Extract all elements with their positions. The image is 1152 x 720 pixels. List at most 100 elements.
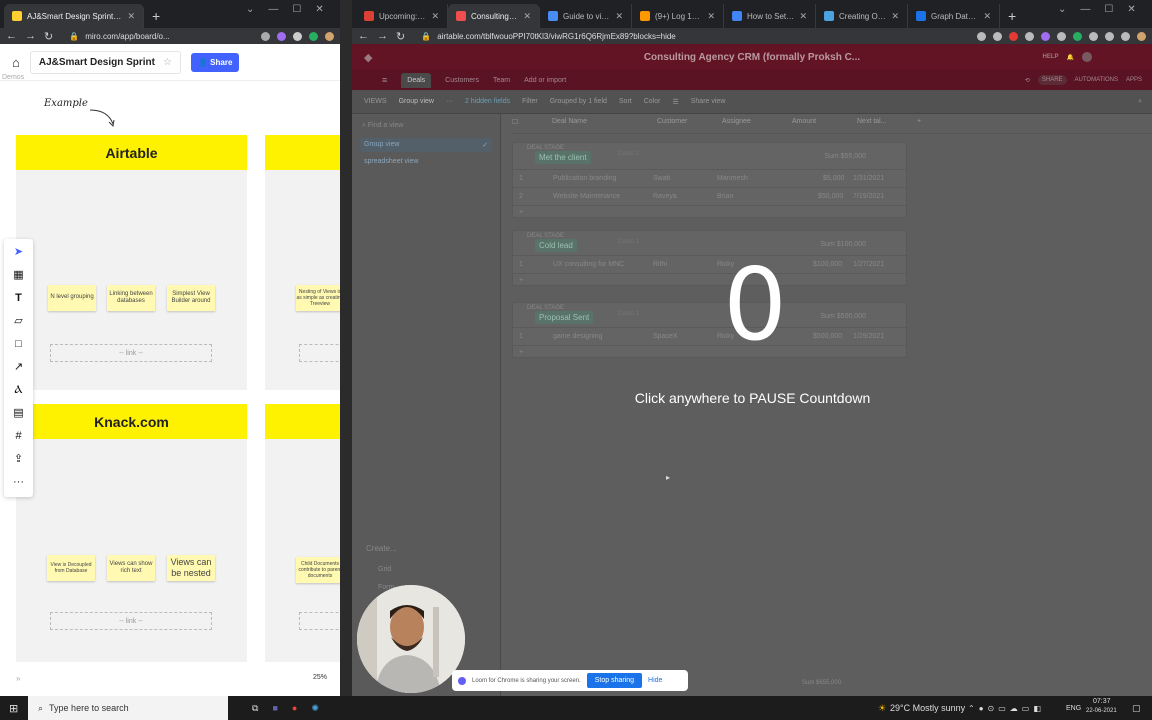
miro-canvas[interactable]: Demos Example Airtable N level grouping … xyxy=(0,74,340,696)
board-name[interactable]: AJ&Smart Design Sprint ☆ xyxy=(29,50,181,74)
tab-airtable[interactable]: Consulting Ag ✕ xyxy=(448,4,540,28)
tab-graph-db[interactable]: Graph Database Vi ✕ xyxy=(908,4,1000,28)
tab-log[interactable]: (9+) Log 1300hr/n ✕ xyxy=(632,4,724,28)
tab-objectives[interactable]: Creating Objective ✕ xyxy=(816,4,908,28)
reload-icon[interactable]: ↻ xyxy=(44,30,53,43)
sticky-note[interactable]: View is Decoupled from Database xyxy=(47,555,95,581)
grammarly-icon[interactable] xyxy=(309,31,318,41)
url-field[interactable]: 🔒 airtable.com/tblfwouoPPI70tKl3/viwRG1r6… xyxy=(413,28,969,44)
extension-icon[interactable] xyxy=(277,31,286,41)
hide-button[interactable]: Hide xyxy=(648,677,662,684)
tab-search-icon[interactable]: ⌄ xyxy=(1058,4,1066,15)
reload-icon[interactable]: ↻ xyxy=(396,30,405,43)
taskbar-search[interactable]: ⌕ Type here to search xyxy=(28,696,228,720)
add-column-icon[interactable]: + xyxy=(917,118,921,133)
airtable-logo-icon[interactable]: ◆ xyxy=(364,51,372,64)
star-icon[interactable] xyxy=(261,31,270,41)
tab-team[interactable]: Team xyxy=(493,77,510,84)
sticky-note-icon[interactable]: ▱ xyxy=(14,314,22,329)
minimize-button[interactable]: — xyxy=(268,4,278,15)
view-item-group[interactable]: Group view ✓ xyxy=(360,138,492,152)
close-window-button[interactable]: ✕ xyxy=(1127,4,1135,15)
countdown-number[interactable]: 0 xyxy=(720,255,790,355)
select-all-checkbox[interactable]: ☐ xyxy=(512,118,542,133)
new-tab-button[interactable]: + xyxy=(144,4,168,28)
home-icon[interactable]: ⌂ xyxy=(12,55,20,70)
extension-icon[interactable] xyxy=(293,31,302,41)
view-item-spreadsheet[interactable]: spreadsheet view xyxy=(364,158,488,165)
link-placeholder[interactable]: -- link -- xyxy=(50,344,212,362)
windows-start-icon[interactable]: ⊞ xyxy=(9,702,18,715)
text-tool-icon[interactable]: T xyxy=(15,291,22,306)
create-grid-view[interactable]: Grid xyxy=(378,566,391,573)
stop-sharing-button[interactable]: Stop sharing xyxy=(586,673,643,688)
comment-icon[interactable]: ▤ xyxy=(13,406,23,421)
sticky-note[interactable]: Child Documents contribute to parent doc… xyxy=(296,557,340,583)
favorite-star-icon[interactable]: ☆ xyxy=(163,57,172,68)
tab-todoist[interactable]: Upcoming: Todoist ✕ xyxy=(356,4,448,28)
tab-deals[interactable]: Deals xyxy=(401,72,432,88)
more-icon[interactable]: ··· xyxy=(446,98,453,105)
column-deal-name[interactable]: Deal Name xyxy=(552,118,647,133)
apps-button[interactable]: APPS xyxy=(1126,77,1142,83)
add-row[interactable]: + xyxy=(513,345,906,359)
column-assignee[interactable]: Assignee xyxy=(722,118,782,133)
menu-icon[interactable]: ≡ xyxy=(382,75,387,85)
countdown-message[interactable]: Click anywhere to PAUSE Countdown xyxy=(600,390,905,406)
help-link[interactable]: HELP xyxy=(1043,54,1059,60)
extension-icon[interactable] xyxy=(1105,31,1114,41)
row-height-icon[interactable]: ☰ xyxy=(672,98,678,106)
add-or-import[interactable]: Add or import xyxy=(524,77,566,84)
frame-icon[interactable]: # xyxy=(15,429,21,444)
teams-icon[interactable]: ■ xyxy=(272,703,277,713)
column-next[interactable]: Next tal... xyxy=(857,118,907,133)
star-icon[interactable] xyxy=(993,31,1002,41)
add-row[interactable]: + xyxy=(513,273,906,287)
close-tab-icon[interactable]: ✕ xyxy=(431,11,439,22)
current-view[interactable]: Group view xyxy=(399,98,434,105)
close-tab-icon[interactable]: ✕ xyxy=(127,11,135,22)
create-view-header[interactable]: Create... xyxy=(366,544,397,553)
sort-button[interactable]: Sort xyxy=(619,98,632,105)
maximize-button[interactable]: ☐ xyxy=(292,4,301,15)
column-customer[interactable]: Customer xyxy=(657,118,712,133)
puzzle-icon[interactable] xyxy=(1089,31,1098,41)
find-view-input[interactable]: ⌕ Find a view xyxy=(362,122,490,130)
close-tab-icon[interactable]: ✕ xyxy=(799,11,807,22)
upload-icon[interactable]: ⇪ xyxy=(14,452,23,467)
user-avatar[interactable] xyxy=(1082,52,1092,62)
shape-icon[interactable]: □ xyxy=(15,337,22,352)
profile-avatar[interactable] xyxy=(325,31,334,41)
views-toggle[interactable]: VIEWS xyxy=(364,98,387,105)
link-placeholder[interactable] xyxy=(299,344,340,362)
tab-customers[interactable]: Customers xyxy=(445,77,479,84)
add-row[interactable]: + xyxy=(513,205,906,219)
forward-icon[interactable]: → xyxy=(377,30,388,42)
tray-icons[interactable]: ⌃●⊙▭☁▭◧ xyxy=(968,704,1045,713)
maximize-button[interactable]: ☐ xyxy=(1104,4,1113,15)
link-placeholder[interactable]: -- link -- xyxy=(50,612,212,630)
forward-icon[interactable]: → xyxy=(25,30,36,42)
column-amount[interactable]: Amount xyxy=(792,118,847,133)
url-field[interactable]: 🔒 miro.com/app/board/o... xyxy=(61,28,253,44)
table-row[interactable]: 2 Website Maintenance Raveya Brian $50,000 7/… xyxy=(513,187,906,205)
close-tab-icon[interactable]: ✕ xyxy=(615,11,623,22)
close-window-button[interactable]: ✕ xyxy=(315,4,323,15)
line-icon[interactable]: ↗ xyxy=(14,360,23,375)
webcam-bubble[interactable] xyxy=(357,585,465,693)
sticky-note[interactable]: N level grouping xyxy=(48,285,96,311)
grammarly-icon[interactable] xyxy=(1073,31,1082,41)
clock-time[interactable]: 07:37 xyxy=(1093,698,1111,705)
close-tab-icon[interactable]: ✕ xyxy=(707,11,715,22)
color-button[interactable]: Color xyxy=(644,98,661,105)
hidden-fields-button[interactable]: 2 hidden fields xyxy=(465,98,510,105)
search-icon[interactable]: ⌕ xyxy=(1138,98,1142,106)
tab-miro[interactable]: AJ&Smart Design Sprint, Online ✕ xyxy=(4,4,144,28)
pen-icon[interactable]: Ⲁ xyxy=(15,383,23,398)
link-placeholder[interactable] xyxy=(299,612,340,630)
select-tool-icon[interactable]: ➤ xyxy=(14,245,23,260)
close-tab-icon[interactable]: ✕ xyxy=(983,11,991,22)
sticky-note[interactable]: Linking between databases xyxy=(107,285,155,311)
tab-guide[interactable]: Guide to views · A ✕ xyxy=(540,4,632,28)
sticky-note[interactable]: Views can be nested xyxy=(167,555,215,581)
